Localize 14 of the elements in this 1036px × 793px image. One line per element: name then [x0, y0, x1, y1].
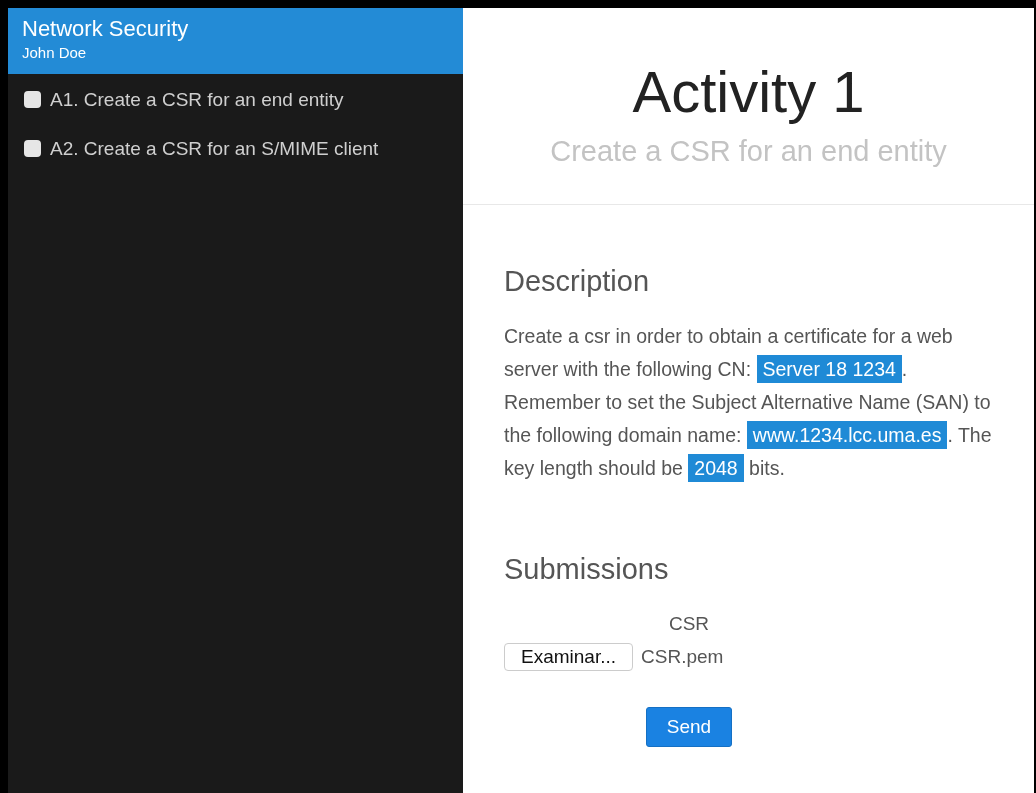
- activity-link[interactable]: A2. Create a CSR for an S/MIME client: [50, 137, 379, 160]
- section-heading: Description: [504, 265, 650, 298]
- send-button[interactable]: Send: [645, 707, 733, 747]
- file-name: CSR.pem: [641, 646, 724, 668]
- course-title: Network Security: [22, 16, 189, 42]
- section-heading: Submissions: [504, 553, 669, 586]
- activity-link[interactable]: A1. Create a CSR for an end entity: [50, 88, 344, 111]
- checkbox[interactable]: [24, 91, 41, 108]
- user-name: John Doe: [22, 44, 87, 61]
- description-text: Create a csr in order to obtain a certificate for a web server with the following CN: Server 18 1234 . Remember to set the Subject Alternative Name (SAN) to the following domain name: www.1234.lcc.uma.es . The key length should be 2048 bits.: [504, 320, 994, 485]
- field-label: CSR: [668, 613, 710, 635]
- checkbox[interactable]: [24, 140, 41, 157]
- activity-subtitle: Create a CSR for an end entity: [550, 135, 947, 168]
- browse-button[interactable]: Examinar...: [504, 643, 634, 671]
